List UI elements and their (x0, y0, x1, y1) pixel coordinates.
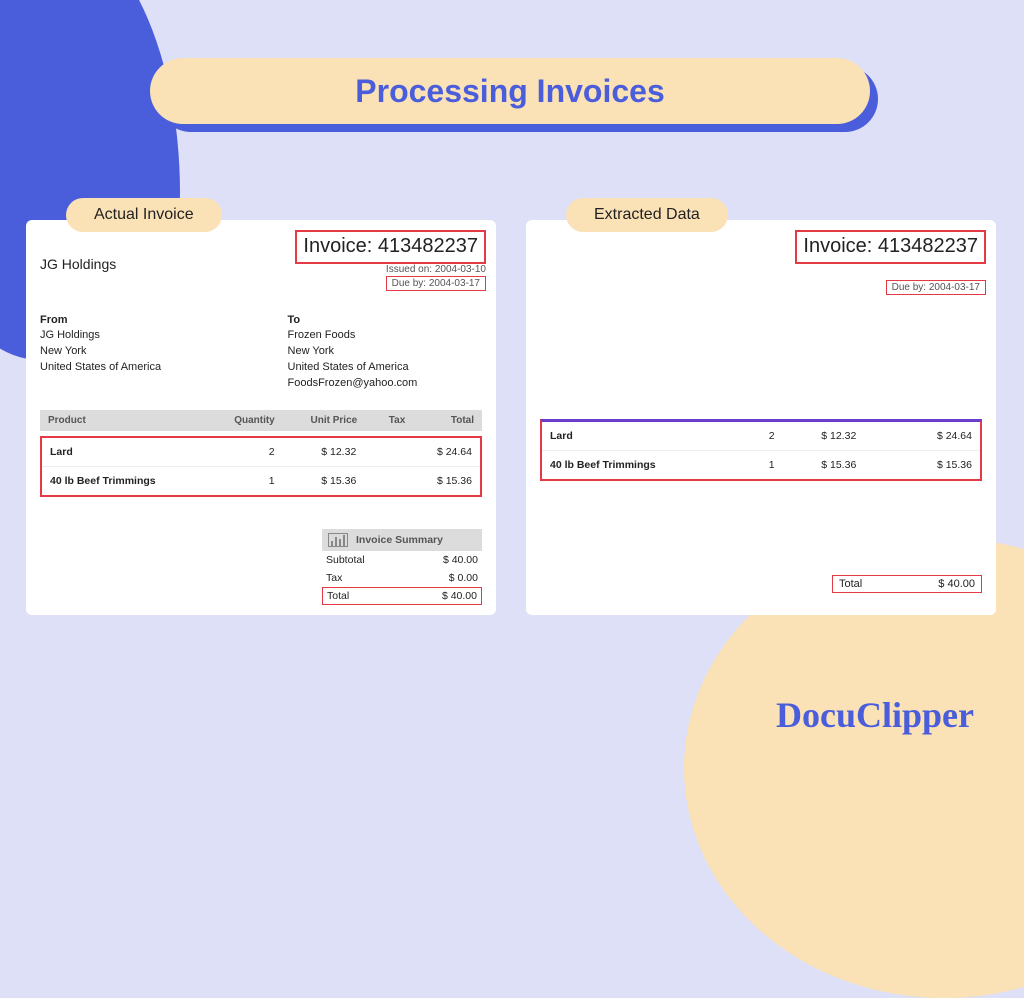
cell-price: $ 12.32 (775, 430, 857, 442)
summary-total-box: Total $ 40.00 (322, 587, 482, 605)
invoice-meta: Due by: 2004-03-17 (886, 264, 986, 295)
tab-extracted-data: Extracted Data (566, 198, 728, 232)
to-line2: New York (288, 344, 482, 360)
subtotal-label: Subtotal (326, 554, 365, 566)
header-total: Total (405, 415, 474, 426)
tax-value: $ 0.00 (449, 572, 478, 584)
cell-qty: 2 (213, 446, 274, 458)
address-row: From JG Holdings New York United States … (40, 314, 482, 392)
page-title-wrap: Processing Invoices (150, 58, 870, 124)
table-row: Lard 2 $ 12.32 $ 24.64 (42, 438, 480, 466)
cell-price: $ 15.36 (775, 459, 857, 471)
cell-qty: 2 (713, 430, 774, 442)
header-product: Product (48, 415, 213, 426)
summary-subtotal: Subtotal $ 40.00 (322, 551, 482, 569)
from-line2: New York (40, 344, 288, 360)
cell-product: 40 lb Beef Trimmings (50, 475, 213, 487)
to-line4: FoodsFrozen@yahoo.com (288, 376, 482, 392)
from-address: From JG Holdings New York United States … (40, 314, 288, 392)
due-by-box: Due by: 2004-03-17 (386, 276, 486, 291)
table-row: 40 lb Beef Trimmings 1 $ 15.36 $ 15.36 (42, 466, 480, 495)
summary-header: Invoice Summary (322, 529, 482, 551)
header-quantity: Quantity (213, 415, 275, 426)
invoice-summary: Invoice Summary Subtotal $ 40.00 Tax $ 0… (322, 529, 482, 605)
extracted-data-card: Extracted Data Invoice: 413482237 Due by… (526, 220, 996, 615)
cell-product: Lard (50, 446, 213, 458)
subtotal-value: $ 40.00 (443, 554, 478, 566)
page-title: Processing Invoices (355, 73, 664, 110)
to-line3: United States of America (288, 360, 482, 376)
cell-price: $ 12.32 (275, 446, 357, 458)
cell-qty: 1 (713, 459, 774, 471)
bar-chart-icon (328, 533, 348, 547)
to-address: To Frozen Foods New York United States o… (288, 314, 482, 392)
line-items-highlight: Lard 2 $ 12.32 $ 24.64 40 lb Beef Trimmi… (540, 419, 982, 481)
invoice-number-box: Invoice: 413482237 (295, 230, 486, 264)
issued-on: Issued on: 2004-03-10 (386, 264, 486, 275)
total-label: Total (839, 578, 862, 590)
summary-title: Invoice Summary (356, 534, 443, 546)
to-line1: Frozen Foods (288, 328, 482, 344)
total-value: $ 40.00 (938, 578, 975, 590)
header-tax: Tax (357, 415, 405, 426)
table-row: 40 lb Beef Trimmings 1 $ 15.36 $ 15.36 (542, 450, 980, 479)
due-by-box: Due by: 2004-03-17 (886, 280, 986, 295)
total-label: Total (327, 590, 349, 602)
cell-price: $ 15.36 (275, 475, 357, 487)
line-items-highlight: Lard 2 $ 12.32 $ 24.64 40 lb Beef Trimmi… (40, 436, 482, 497)
cell-product: Lard (550, 430, 713, 442)
extracted-total-box: Total $ 40.00 (832, 575, 982, 593)
header-unit-price: Unit Price (275, 415, 357, 426)
line-items-header: Product Quantity Unit Price Tax Total (40, 410, 482, 431)
from-label: From (40, 314, 288, 326)
tab-actual-invoice: Actual Invoice (66, 198, 222, 232)
summary-tax: Tax $ 0.00 (322, 569, 482, 587)
cell-total: $ 15.36 (404, 475, 472, 487)
cell-qty: 1 (213, 475, 274, 487)
page-title-pill: Processing Invoices (150, 58, 870, 124)
actual-invoice-card: Actual Invoice Invoice: 413482237 JG Hol… (26, 220, 496, 615)
from-line1: JG Holdings (40, 328, 288, 344)
total-value: $ 40.00 (442, 590, 477, 602)
cell-total: $ 24.64 (904, 430, 972, 442)
invoice-meta: Issued on: 2004-03-10 Due by: 2004-03-17 (386, 264, 486, 291)
table-row: Lard 2 $ 12.32 $ 24.64 (542, 422, 980, 450)
cell-total: $ 15.36 (904, 459, 972, 471)
from-line3: United States of America (40, 360, 288, 376)
cell-total: $ 24.64 (404, 446, 472, 458)
tax-label: Tax (326, 572, 342, 584)
invoice-number-box: Invoice: 413482237 (795, 230, 986, 264)
brand-logo: DocuClipper (776, 694, 974, 736)
to-label: To (288, 314, 482, 326)
cell-product: 40 lb Beef Trimmings (550, 459, 713, 471)
